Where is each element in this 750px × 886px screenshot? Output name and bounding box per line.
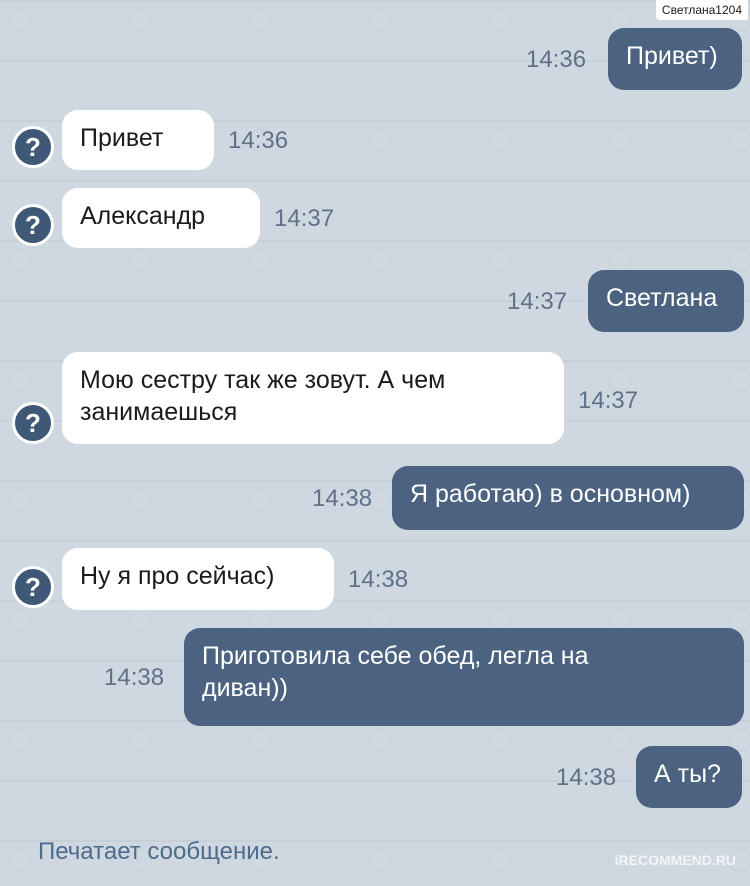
site-watermark: iRECOMMEND.RU xyxy=(614,852,736,868)
outgoing-message-bubble[interactable]: А ты? xyxy=(636,746,742,808)
chat-thread[interactable]: 14:36 Привет) ? Привет 14:36 ? Александр… xyxy=(0,0,750,886)
incoming-message-bubble[interactable]: Привет xyxy=(62,110,214,170)
message-row: 14:38 Приготовила себе обед, легла на ди… xyxy=(0,628,750,726)
outgoing-message-bubble[interactable]: Приготовила себе обед, легла на диван)) xyxy=(184,628,744,726)
outgoing-message-bubble[interactable]: Светлана xyxy=(588,270,744,332)
message-time: 14:36 xyxy=(526,46,587,73)
message-time: 14:37 xyxy=(274,205,335,232)
message-time: 14:38 xyxy=(104,664,165,691)
message-time: 14:37 xyxy=(507,288,568,315)
incoming-message-bubble[interactable]: Мою сестру так же зовут. А чем занимаешь… xyxy=(62,352,564,444)
question-mark-icon[interactable]: ? xyxy=(12,402,54,444)
message-row: ? Привет 14:36 xyxy=(0,110,750,170)
message-time: 14:38 xyxy=(312,485,373,512)
incoming-message-bubble[interactable]: Александр xyxy=(62,188,260,248)
message-row: ? Мою сестру так же зовут. А чем занимае… xyxy=(0,352,750,444)
outgoing-message-bubble[interactable]: Привет) xyxy=(608,28,742,90)
message-row: ? Ну я про сейчас) 14:38 xyxy=(0,548,750,610)
message-row: 14:37 Светлана xyxy=(0,270,750,332)
message-row: ? Александр 14:37 xyxy=(0,188,750,248)
question-mark-icon[interactable]: ? xyxy=(12,204,54,246)
message-time: 14:36 xyxy=(228,127,289,154)
message-time: 14:37 xyxy=(578,387,639,414)
message-time: 14:38 xyxy=(348,566,409,593)
typing-status: Печатает сообщение. xyxy=(38,838,280,865)
message-row: 14:36 Привет) xyxy=(0,28,750,90)
question-mark-icon[interactable]: ? xyxy=(12,126,54,168)
question-mark-icon[interactable]: ? xyxy=(12,566,54,608)
outgoing-message-bubble[interactable]: Я работаю) в основном) xyxy=(392,466,744,530)
message-time: 14:38 xyxy=(556,764,617,791)
message-row: 14:38 Я работаю) в основном) xyxy=(0,466,750,530)
incoming-message-bubble[interactable]: Ну я про сейчас) xyxy=(62,548,334,610)
message-row: 14:38 А ты? xyxy=(0,746,750,808)
